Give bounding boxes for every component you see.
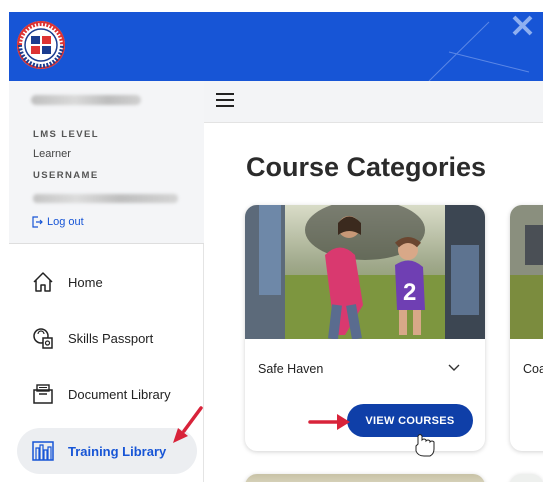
course-category-card-bottom bbox=[245, 474, 485, 482]
lms-level-value: Learner bbox=[33, 148, 71, 160]
sidebar-item-label: Document Library bbox=[68, 386, 171, 402]
chevron-down-icon[interactable] bbox=[446, 361, 462, 375]
page-title: Course Categories bbox=[246, 152, 487, 182]
sidebar-item-label: Skills Passport bbox=[68, 330, 154, 346]
logout-label: Log out bbox=[47, 216, 84, 228]
passport-icon bbox=[30, 325, 56, 351]
course-category-card: 2 Safe Haven VIEW COURSES bbox=[245, 205, 485, 451]
main-header bbox=[204, 81, 543, 123]
logout-link[interactable]: Log out bbox=[31, 216, 84, 228]
sidebar-item-label: Training Library bbox=[68, 443, 167, 459]
course-category-card-bottom-partial bbox=[510, 474, 543, 482]
sidebar: LMS LEVEL Learner USERNAME Log out Home … bbox=[9, 81, 204, 482]
course-category-card-partial: Coa bbox=[510, 205, 543, 451]
svg-text:2: 2 bbox=[403, 279, 416, 306]
top-bar bbox=[9, 12, 543, 81]
logout-icon bbox=[32, 216, 43, 228]
card-title: Safe Haven bbox=[258, 362, 324, 376]
sidebar-item-label: Home bbox=[68, 274, 103, 290]
user-name-redacted bbox=[31, 95, 141, 105]
document-library-icon bbox=[30, 381, 56, 407]
user-profile-panel: LMS LEVEL Learner USERNAME Log out bbox=[9, 81, 204, 244]
lms-level-label: LMS LEVEL bbox=[33, 129, 99, 140]
hamburger-menu-icon[interactable] bbox=[216, 93, 234, 109]
topbar-decoration bbox=[428, 15, 533, 81]
view-courses-button[interactable]: VIEW COURSES bbox=[347, 404, 473, 437]
card-image: 2 bbox=[245, 205, 485, 339]
username-label: USERNAME bbox=[33, 170, 99, 181]
card-title: Coa bbox=[523, 362, 543, 376]
username-redacted bbox=[33, 194, 178, 203]
card-image bbox=[510, 205, 543, 339]
sidebar-item-skills-passport[interactable]: Skills Passport bbox=[17, 315, 197, 361]
ayso-logo[interactable] bbox=[17, 21, 65, 69]
home-icon bbox=[30, 269, 56, 295]
sidebar-item-document-library[interactable]: Document Library bbox=[17, 371, 197, 417]
sidebar-item-training-library[interactable]: Training Library bbox=[17, 428, 197, 474]
training-library-icon bbox=[30, 438, 56, 464]
sidebar-item-home[interactable]: Home bbox=[17, 259, 197, 305]
